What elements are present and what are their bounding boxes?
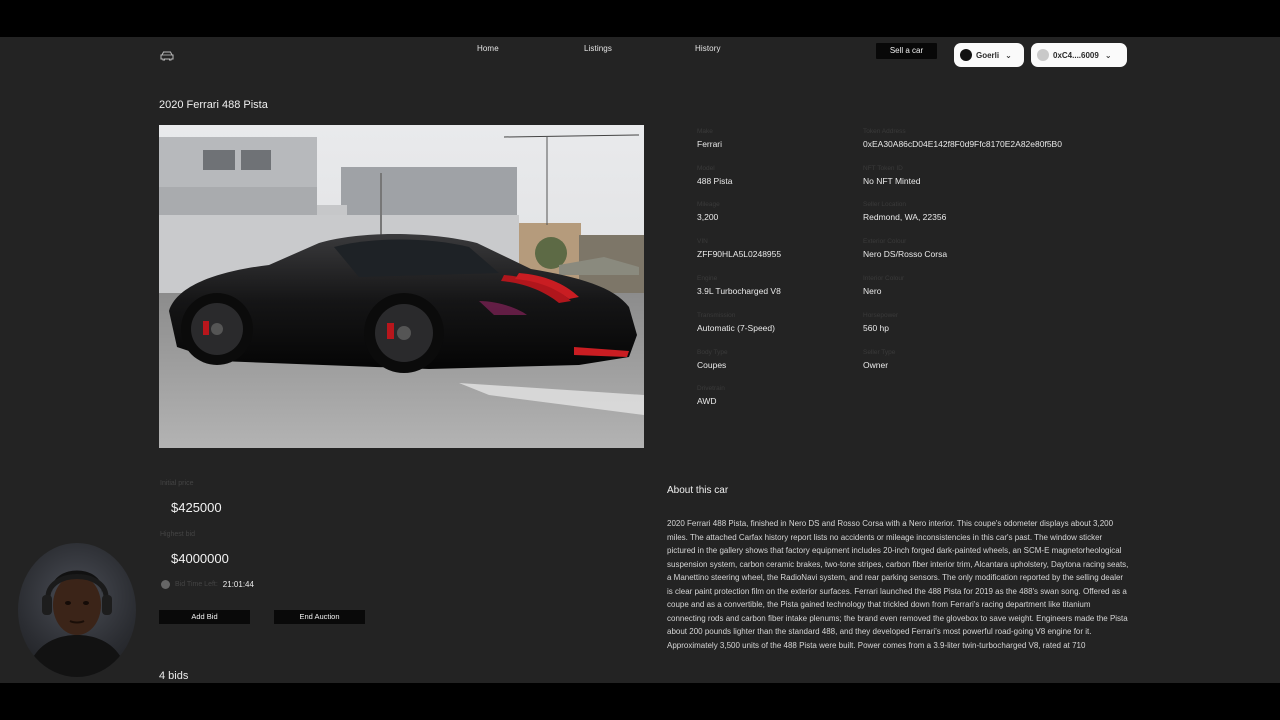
initial-price-label: Initial price <box>160 480 194 487</box>
end-auction-button[interactable]: End Auction <box>274 610 365 624</box>
spec-label: Mileage <box>697 201 720 208</box>
spec-label: Transmission <box>697 312 736 319</box>
chevron-down-icon: ⌄ <box>1005 50 1012 60</box>
network-label: Goerli <box>976 50 1000 60</box>
spec-transmission: Transmission Automatic (7-Speed) <box>697 312 775 333</box>
nav-listings-link[interactable]: Listings <box>584 44 612 53</box>
app-screen: Home Listings History Sell a car Goerli … <box>0 37 1280 683</box>
spec-value: 560 hp <box>863 323 889 333</box>
spec-value: ZFF90HLA5L0248955 <box>697 249 782 259</box>
chevron-down-icon: ⌄ <box>1104 50 1112 60</box>
spec-value: Nero DS/Rosso Corsa <box>863 249 948 259</box>
spec-label: Drivetrain <box>697 385 725 392</box>
spec-value: 488 Pista <box>697 176 733 186</box>
spec-value: 3,200 <box>697 212 719 222</box>
spec-value: No NFT Minted <box>863 176 921 186</box>
spec-model: Model 488 Pista <box>697 165 732 186</box>
spec-label: Body Type <box>697 349 728 356</box>
spec-label: Horsepower <box>863 312 899 319</box>
spec-value: Automatic (7-Speed) <box>697 323 775 333</box>
clock-icon <box>161 580 170 589</box>
spec-label: Seller Type <box>863 349 896 356</box>
spec-label: Exterior Colour <box>863 238 907 245</box>
spec-token-address: Token Address 0xEA30A86cD04E142f8F0d9Ffc… <box>863 128 1062 149</box>
spec-seller-location: Seller Location Redmond, WA, 22356 <box>863 201 946 222</box>
network-icon <box>960 49 972 61</box>
bids-count: 4 bids <box>159 670 189 682</box>
add-bid-button[interactable]: Add Bid <box>159 610 250 624</box>
spec-label: Engine <box>697 275 718 282</box>
nav-home-link[interactable]: Home <box>477 44 499 53</box>
spec-label: Seller Location <box>863 201 906 208</box>
time-left-value: 21:01:44 <box>222 580 254 589</box>
spec-make: Make Ferrari <box>697 128 722 149</box>
spec-value: 3.9L Turbocharged V8 <box>697 286 781 296</box>
account-label: 0xC4....6009 <box>1053 50 1099 60</box>
spec-body-type: Body Type Coupes <box>697 349 728 370</box>
about-title: About this car <box>667 485 729 496</box>
spec-value: Nero <box>863 286 882 296</box>
highest-bid-value: $4000000 <box>171 551 229 566</box>
page-title: 2020 Ferrari 488 Pista <box>159 99 268 111</box>
spec-value: Ferrari <box>697 139 723 149</box>
spec-label: VIN <box>697 238 708 245</box>
presenter-avatar <box>26 570 128 677</box>
spec-seller-type: Seller Type Owner <box>863 349 895 370</box>
spec-label: Make <box>697 128 713 135</box>
spec-label: Model <box>697 165 715 172</box>
spec-label: NFT Token ID <box>863 165 903 172</box>
car-logo-icon[interactable] <box>160 51 174 61</box>
spec-interior-colour: Interior Colour Nero <box>863 275 904 296</box>
time-left-row: Bid Time Left: 21:01:44 <box>161 580 254 589</box>
spec-label: Token Address <box>863 128 906 135</box>
account-avatar <box>1037 49 1049 61</box>
spec-vin: VIN ZFF90HLA5L0248955 <box>697 238 781 259</box>
highest-bid-label: Highest bid <box>160 531 196 538</box>
webcam-overlay <box>18 543 136 677</box>
spec-mileage: Mileage 3,200 <box>697 201 720 222</box>
network-selector[interactable]: Goerli ⌄ <box>954 43 1024 67</box>
spec-nft-token: NFT Token ID No NFT Minted <box>863 165 920 186</box>
spec-value: Redmond, WA, 22356 <box>863 212 947 222</box>
about-text: 2020 Ferrari 488 Pista, finished in Nero… <box>667 519 1129 650</box>
account-selector[interactable]: 0xC4....6009 ⌄ <box>1031 43 1127 67</box>
initial-price-value: $425000 <box>171 500 222 515</box>
nav-history-link[interactable]: History <box>695 44 721 53</box>
car-photo <box>159 125 644 448</box>
sell-car-button[interactable]: Sell a car <box>876 43 937 59</box>
spec-value: Coupes <box>697 360 727 370</box>
spec-value[interactable]: 0xEA30A86cD04E142f8F0d9Ffc8170E2A82e80f5… <box>863 139 1062 149</box>
spec-horsepower: Horsepower 560 hp <box>863 312 898 333</box>
spec-engine: Engine 3.9L Turbocharged V8 <box>697 275 781 296</box>
spec-value: AWD <box>697 396 717 406</box>
spec-value: Owner <box>863 360 889 370</box>
time-left-label: Bid Time Left: <box>175 581 218 588</box>
spec-label: Interior Colour <box>863 275 905 282</box>
spec-drivetrain: Drivetrain AWD <box>697 385 725 406</box>
spec-exterior-colour: Exterior Colour Nero DS/Rosso Corsa <box>863 238 947 259</box>
